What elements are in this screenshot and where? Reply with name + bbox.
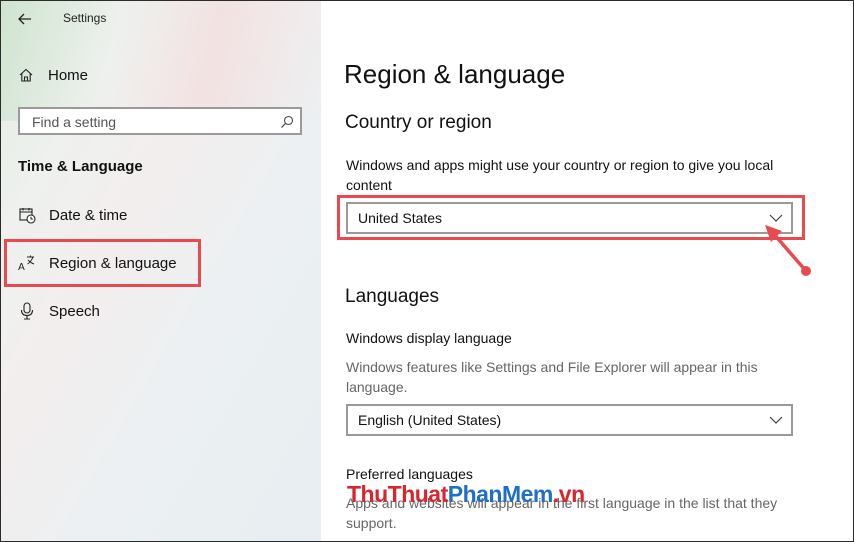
home-label: Home [48,66,89,84]
sidebar-item-date-time[interactable]: Date & time [18,203,127,227]
watermark-part: ThuThuat [347,481,448,507]
settings-window: Settings Home Time & Language [0,0,854,542]
title-bar: Settings [1,1,321,37]
date-time-icon [18,206,36,224]
display-language-value: English (United States) [358,412,502,428]
search-box[interactable] [18,107,302,135]
annotation-highlight-box [337,195,805,240]
microphone-icon [18,302,36,320]
watermark-logo: ThuThuatPhanMem.vn [347,481,585,508]
sidebar-item-label: Date & time [49,206,128,224]
annotation-highlight-box [4,239,201,287]
country-region-heading: Country or region [345,112,492,133]
preferred-languages-label: Preferred languages [346,466,473,482]
main-content: Region & language Country or region Wind… [321,1,853,541]
annotation-arrow-icon [765,225,811,276]
watermark-part: PhanMem [447,481,554,507]
sidebar-item-speech[interactable]: Speech [18,299,100,323]
page-title: Region & language [344,59,566,89]
watermark-part: .vn [552,481,585,507]
section-title: Time & Language [18,158,143,175]
home-icon [19,68,33,82]
display-language-label: Windows display language [346,330,512,346]
sidebar-item-label: Speech [49,302,100,320]
languages-heading: Languages [345,286,440,307]
chevron-down-icon [769,416,783,424]
home-nav-item[interactable]: Home [18,64,88,86]
app-title: Settings [63,11,107,25]
country-region-description: Windows and apps might use your country … [346,157,774,193]
back-arrow-icon[interactable] [15,9,35,29]
display-language-description: Windows features like Settings and File … [346,359,758,395]
search-input[interactable] [30,112,274,132]
sidebar: Settings Home Time & Language [1,1,321,541]
display-language-dropdown[interactable]: English (United States) [346,404,793,436]
search-icon[interactable] [280,115,294,129]
